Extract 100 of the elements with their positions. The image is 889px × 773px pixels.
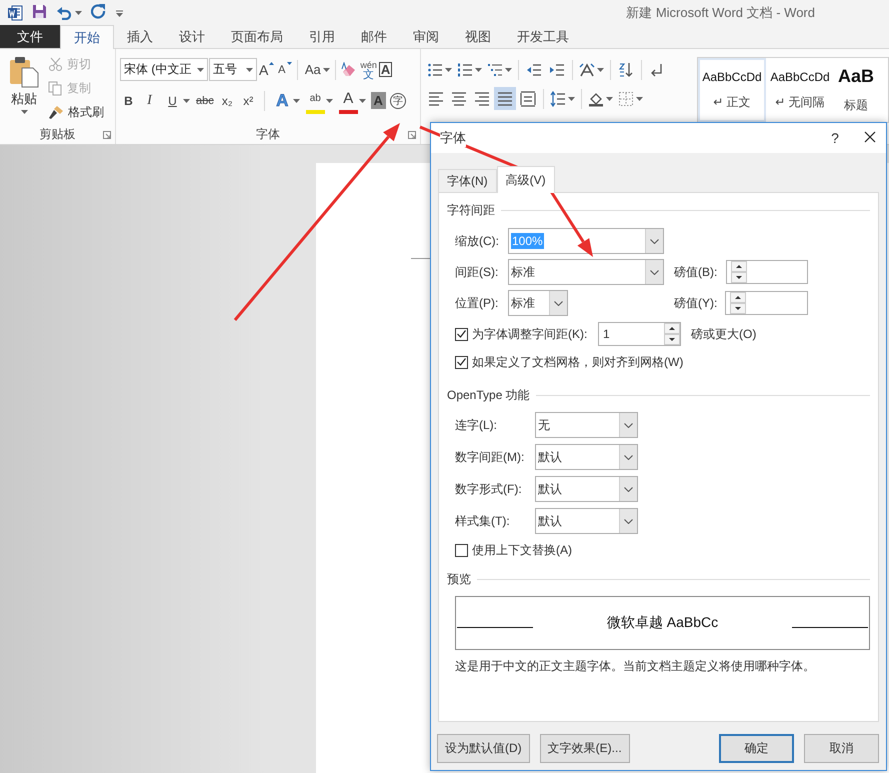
ribbon-tab[interactable]: 插入: [114, 25, 166, 48]
preview-note: 这是用于中文的正文主题字体。当前文档主题定义将使用哪种字体。: [455, 658, 816, 675]
option-dropdown[interactable]: 无: [535, 412, 638, 438]
asian-layout-icon: [579, 62, 595, 78]
enclose-characters-button[interactable]: 字: [390, 92, 406, 108]
option-dropdown[interactable]: 默认: [535, 444, 638, 470]
align-center-icon: [451, 90, 467, 106]
dialog-launcher-icon[interactable]: [103, 131, 111, 139]
caret-icon: [568, 96, 575, 100]
preview-sample: 微软卓越 AaBbCc: [606, 614, 720, 632]
strikethrough-button[interactable]: abc: [195, 90, 215, 112]
section-heading: 字符间距: [447, 202, 495, 218]
section-heading: OpenType 功能: [447, 386, 530, 404]
field-label: 位置(P):: [455, 294, 500, 312]
ribbon-tab[interactable]: 邮件: [348, 25, 400, 48]
spacing-dropdown[interactable]: 标准: [508, 259, 664, 285]
ribbon-tab[interactable]: 视图: [452, 25, 504, 48]
font-color-button[interactable]: A: [338, 90, 367, 112]
chevron-icon: [624, 454, 633, 460]
caret-icon: [505, 68, 512, 72]
chevron-icon: [554, 300, 563, 306]
dialog-button[interactable]: 确定: [719, 734, 794, 763]
section-heading: 预览: [447, 570, 471, 588]
numbered-list-icon: [457, 62, 473, 78]
checkbox[interactable]: [455, 356, 468, 368]
dialog-button[interactable]: 文字效果(E)...: [540, 734, 630, 763]
file-tab[interactable]: 文件: [0, 25, 60, 48]
chevron-icon: [650, 270, 659, 274]
caret-icon: [197, 68, 204, 72]
help-button[interactable]: ?: [820, 130, 850, 146]
chevron-icon: [624, 422, 633, 428]
bullet-list-icon: [427, 62, 443, 78]
subscript-button[interactable]: x₂: [218, 90, 236, 112]
caret-icon: [323, 68, 330, 72]
ribbon-tab[interactable]: 设计: [166, 25, 218, 48]
dialog-tab[interactable]: 字体(N): [438, 169, 497, 192]
checkbox-label: 为字体调整字间距(K):: [472, 326, 588, 342]
style-item[interactable]: AaB 标题: [834, 58, 878, 122]
style-item[interactable]: AaBbCcDd ↵ 正文: [698, 58, 766, 122]
highlight-button[interactable]: ab: [304, 90, 334, 112]
caret-icon: [292, 98, 300, 102]
font-size-dropdown[interactable]: 五号: [209, 58, 257, 81]
position-dropdown[interactable]: 标准: [508, 290, 568, 316]
field-label: 磅或更大(O): [691, 326, 756, 342]
align-right-icon: [474, 90, 490, 106]
chevron-icon: [624, 518, 633, 524]
close-icon: [864, 130, 876, 142]
superscript-button[interactable]: x²: [240, 90, 257, 112]
window-title: 新建 Microsoft Word 文档 - Word: [626, 4, 815, 22]
checkbox[interactable]: [455, 328, 468, 340]
caret-icon: [475, 68, 482, 72]
borders-icon: [618, 90, 634, 106]
dialog-title: 字体: [440, 129, 466, 147]
clipboard-icon: [9, 56, 39, 88]
increase-indent-icon: [549, 62, 565, 78]
align-left-icon: [428, 90, 444, 106]
spin-arrows-icon: [664, 323, 680, 345]
dialog-launcher-icon[interactable]: [408, 131, 416, 139]
checkbox[interactable]: [455, 544, 468, 556]
eraser-icon: [341, 62, 358, 78]
painter-button[interactable]: 格式刷: [48, 102, 104, 123]
paste-button[interactable]: 粘贴: [4, 54, 44, 124]
style-item[interactable]: AaBbCcDd ↵ 无间隔: [766, 58, 834, 122]
option-dropdown[interactable]: 默认: [535, 476, 638, 502]
chevron-icon: [650, 238, 659, 244]
justify-button[interactable]: [494, 87, 516, 110]
character-shading-button[interactable]: A: [370, 92, 386, 109]
character-border-button[interactable]: A: [378, 62, 392, 77]
ribbon-tab[interactable]: 引用: [296, 25, 348, 48]
field-label: 磅值(B):: [674, 264, 718, 280]
ribbon-tab[interactable]: 页面布局: [218, 25, 296, 48]
dialog-button[interactable]: 设为默认值(D): [437, 734, 530, 763]
underline-button[interactable]: U: [162, 90, 191, 112]
copy-icon: [48, 81, 63, 96]
dialog-button[interactable]: 取消: [804, 734, 879, 763]
field-label: 连字(L):: [455, 416, 498, 434]
font-name-dropdown[interactable]: 宋体 (中文正: [120, 58, 208, 81]
field-label: 数字形式(F):: [455, 480, 523, 498]
scissors-icon: [48, 57, 63, 72]
up-caret-icon: [269, 62, 274, 64]
bold-button[interactable]: B: [120, 90, 137, 112]
caret-icon: [326, 98, 333, 102]
shrink-font-button[interactable]: A: [276, 58, 294, 80]
ribbon-tab[interactable]: 开发工具: [504, 25, 582, 48]
dialog-tab[interactable]: 高级(V): [496, 166, 555, 193]
ribbon-tab[interactable]: 开始: [60, 25, 114, 49]
ribbon-tab[interactable]: 审阅: [400, 25, 452, 48]
sort-icon: [618, 62, 634, 78]
phonetic-guide-button[interactable]: wén 文: [359, 58, 378, 80]
check-icon: [457, 358, 466, 366]
check-icon: [457, 330, 466, 338]
group-label: 剪贴板: [38, 126, 76, 142]
grow-font-button[interactable]: A: [258, 58, 276, 80]
change-case-button[interactable]: Aa: [302, 58, 332, 80]
spin-box[interactable]: 1: [598, 322, 681, 346]
undo-button[interactable]: [56, 6, 82, 20]
option-dropdown[interactable]: 默认: [535, 508, 638, 534]
caret-icon: [358, 98, 366, 102]
checkbox-label: 使用上下文替换(A): [472, 542, 572, 558]
italic-button[interactable]: I: [141, 90, 158, 112]
